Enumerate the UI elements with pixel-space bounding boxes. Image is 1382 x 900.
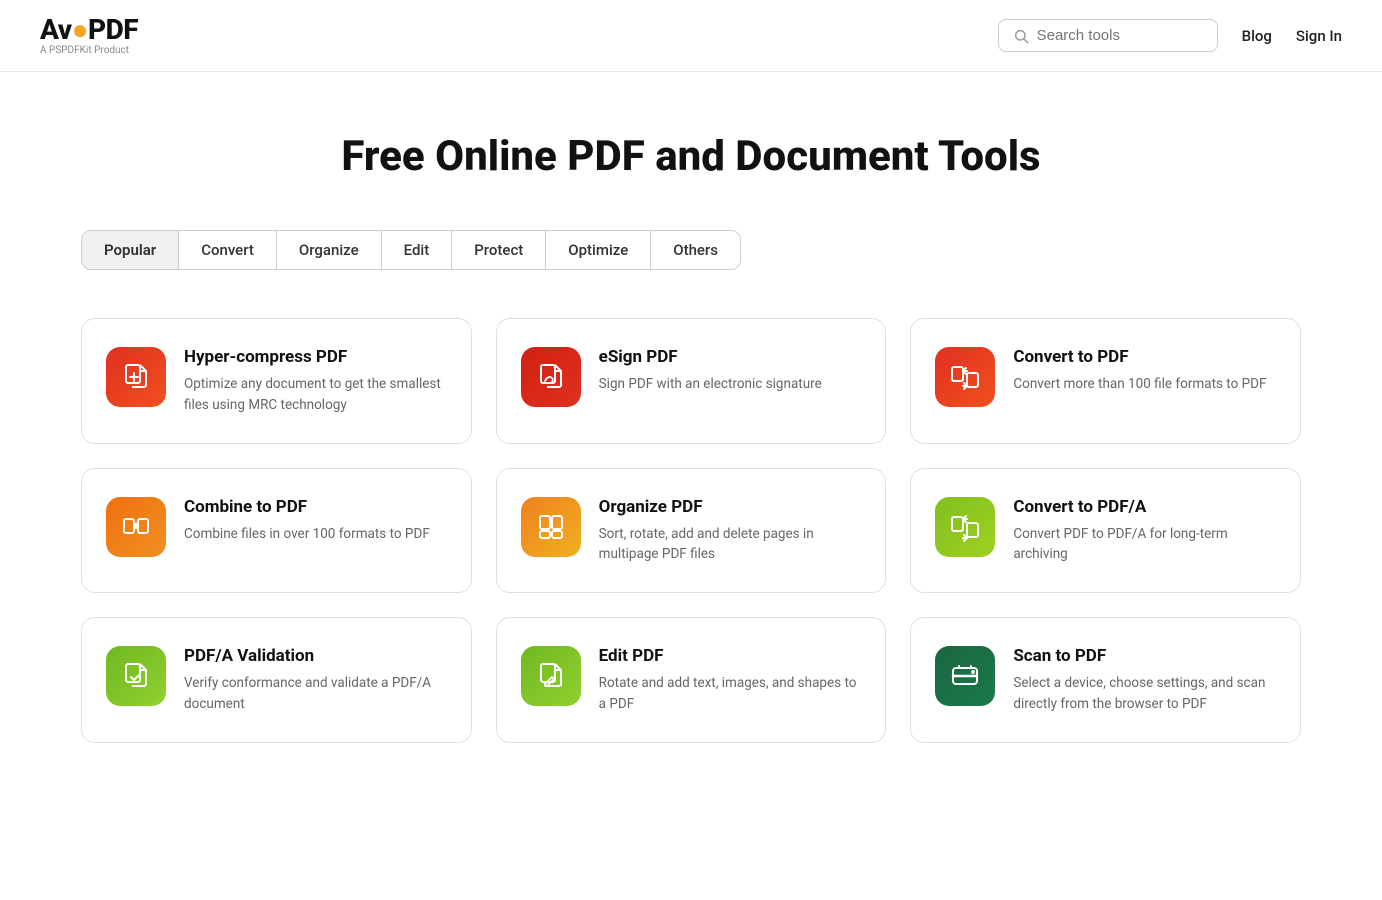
card-desc-organize-pdf: Sort, rotate, add and delete pages in mu…	[599, 524, 862, 565]
card-content-esign: eSign PDF Sign PDF with an electronic si…	[599, 347, 862, 394]
tab-organize[interactable]: Organize	[277, 231, 382, 269]
card-title-esign: eSign PDF	[599, 347, 862, 367]
tab-popular[interactable]: Popular	[82, 231, 179, 269]
card-icon-convert-pdfa	[935, 497, 995, 557]
signin-link[interactable]: Sign In	[1296, 27, 1342, 45]
tab-edit[interactable]: Edit	[382, 231, 453, 269]
logo[interactable]: Av●PDF A PSPDFKit Product	[40, 16, 138, 56]
card-title-hyper-compress: Hyper-compress PDF	[184, 347, 447, 367]
card-icon-scan-to-pdf	[935, 646, 995, 706]
card-content-pdfa-validation: PDF/A Validation Verify conformance and …	[184, 646, 447, 714]
card-content-convert-to-pdf: Convert to PDF Convert more than 100 fil…	[1013, 347, 1276, 394]
card-desc-hyper-compress: Optimize any document to get the smalles…	[184, 374, 447, 415]
card-content-hyper-compress: Hyper-compress PDF Optimize any document…	[184, 347, 447, 415]
card-desc-convert-to-pdf: Convert more than 100 file formats to PD…	[1013, 374, 1276, 394]
card-content-edit-pdf: Edit PDF Rotate and add text, images, an…	[599, 646, 862, 714]
category-tabs: PopularConvertOrganizeEditProtectOptimiz…	[81, 230, 741, 270]
blog-link[interactable]: Blog	[1242, 27, 1272, 45]
card-content-scan-to-pdf: Scan to PDF Select a device, choose sett…	[1013, 646, 1276, 714]
search-icon	[1013, 28, 1029, 44]
logo-subtitle: A PSPDFKit Product	[40, 46, 138, 56]
card-icon-hyper-compress	[106, 347, 166, 407]
card-icon-edit-pdf	[521, 646, 581, 706]
tool-card-edit-pdf[interactable]: Edit PDF Rotate and add text, images, an…	[496, 617, 887, 743]
tool-card-esign[interactable]: eSign PDF Sign PDF with an electronic si…	[496, 318, 887, 444]
card-desc-pdfa-validation: Verify conformance and validate a PDF/A …	[184, 673, 447, 714]
card-title-convert-pdfa: Convert to PDF/A	[1013, 497, 1276, 517]
tool-card-convert-to-pdf[interactable]: Convert to PDF Convert more than 100 fil…	[910, 318, 1301, 444]
tab-optimize[interactable]: Optimize	[546, 231, 651, 269]
card-desc-esign: Sign PDF with an electronic signature	[599, 374, 862, 394]
card-title-pdfa-validation: PDF/A Validation	[184, 646, 447, 666]
card-title-organize-pdf: Organize PDF	[599, 497, 862, 517]
card-title-scan-to-pdf: Scan to PDF	[1013, 646, 1276, 666]
tool-card-combine-to-pdf[interactable]: Combine to PDF Combine files in over 100…	[81, 468, 472, 594]
header: Av●PDF A PSPDFKit Product Blog Sign In	[0, 0, 1382, 72]
tools-grid: Hyper-compress PDF Optimize any document…	[81, 318, 1301, 743]
card-icon-combine-to-pdf	[106, 497, 166, 557]
card-title-edit-pdf: Edit PDF	[599, 646, 862, 666]
main-content: Free Online PDF and Document Tools Popul…	[41, 72, 1341, 783]
search-box[interactable]	[998, 19, 1218, 52]
card-icon-pdfa-validation	[106, 646, 166, 706]
logo-text: Av●PDF	[40, 16, 138, 44]
card-content-combine-to-pdf: Combine to PDF Combine files in over 100…	[184, 497, 447, 544]
card-content-organize-pdf: Organize PDF Sort, rotate, add and delet…	[599, 497, 862, 565]
card-icon-organize-pdf	[521, 497, 581, 557]
card-desc-scan-to-pdf: Select a device, choose settings, and sc…	[1013, 673, 1276, 714]
page-title: Free Online PDF and Document Tools	[81, 132, 1301, 182]
card-desc-combine-to-pdf: Combine files in over 100 formats to PDF	[184, 524, 447, 544]
tab-convert[interactable]: Convert	[179, 231, 277, 269]
tab-protect[interactable]: Protect	[452, 231, 546, 269]
tool-card-convert-pdfa[interactable]: Convert to PDF/A Convert PDF to PDF/A fo…	[910, 468, 1301, 594]
tool-card-organize-pdf[interactable]: Organize PDF Sort, rotate, add and delet…	[496, 468, 887, 594]
tool-card-pdfa-validation[interactable]: PDF/A Validation Verify conformance and …	[81, 617, 472, 743]
header-right: Blog Sign In	[998, 19, 1342, 52]
card-title-convert-to-pdf: Convert to PDF	[1013, 347, 1276, 367]
tab-others[interactable]: Others	[651, 231, 740, 269]
card-content-convert-pdfa: Convert to PDF/A Convert PDF to PDF/A fo…	[1013, 497, 1276, 565]
card-icon-convert-to-pdf	[935, 347, 995, 407]
card-icon-esign	[521, 347, 581, 407]
tool-card-hyper-compress[interactable]: Hyper-compress PDF Optimize any document…	[81, 318, 472, 444]
card-desc-convert-pdfa: Convert PDF to PDF/A for long-term archi…	[1013, 524, 1276, 565]
search-input[interactable]	[1037, 27, 1203, 44]
card-desc-edit-pdf: Rotate and add text, images, and shapes …	[599, 673, 862, 714]
card-title-combine-to-pdf: Combine to PDF	[184, 497, 447, 517]
tool-card-scan-to-pdf[interactable]: Scan to PDF Select a device, choose sett…	[910, 617, 1301, 743]
